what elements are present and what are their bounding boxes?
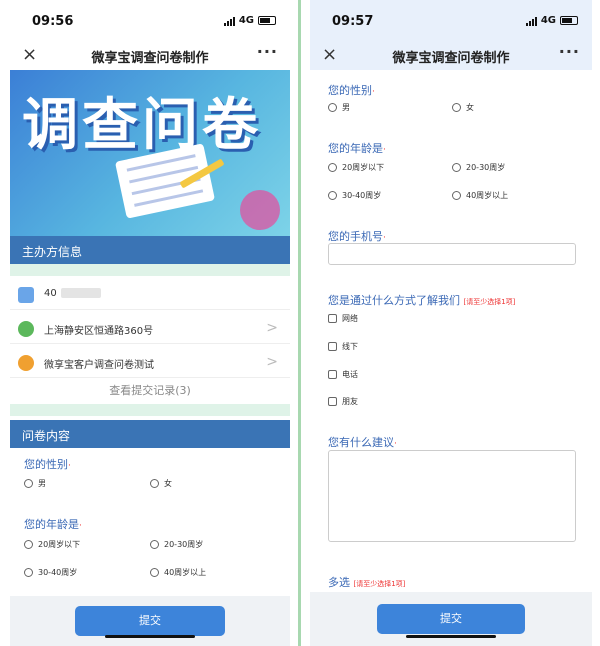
age-option-1[interactable]: 20周岁以下 — [328, 162, 384, 173]
channel-question: 您是通过什么方式了解我们 [请至少选择1项] — [328, 294, 516, 307]
right-phone-screen: 09:57 4G × 微享宝调查问卷制作 ··· 您的性别· 男 女 您的年龄是… — [310, 0, 592, 646]
phone-question: 您的手机号· — [328, 230, 386, 243]
radio-icon — [328, 191, 337, 200]
suggestion-textarea[interactable] — [328, 450, 576, 542]
gender-option-female[interactable]: 女 — [150, 478, 172, 489]
checkbox-icon — [328, 314, 337, 323]
channel-option-offline[interactable]: 线下 — [328, 341, 358, 352]
survey-name-text: 微享宝客户调查问卷测试 — [44, 360, 154, 371]
content-section-header: 问卷内容 — [10, 420, 290, 448]
bottom-bar: 提交 — [310, 592, 592, 646]
checkbox-icon — [328, 397, 337, 406]
submit-button[interactable]: 提交 — [75, 606, 225, 636]
suggestion-question: 您有什么建议· — [328, 436, 397, 449]
home-indicator — [105, 635, 195, 638]
redacted-number — [60, 288, 101, 298]
radio-icon — [150, 568, 159, 577]
radio-icon — [452, 103, 461, 112]
status-time: 09:56 — [32, 14, 74, 29]
radio-icon — [452, 191, 461, 200]
page-title: 微享宝调查问卷制作 — [91, 51, 209, 66]
battery-icon — [560, 16, 578, 25]
channel-option-phone[interactable]: 电话 — [328, 369, 358, 380]
radio-icon — [328, 103, 337, 112]
radio-icon — [24, 540, 33, 549]
address-text: 上海静安区恒通路360号 — [44, 326, 154, 337]
age-option-2[interactable]: 20-30周岁 — [452, 162, 505, 173]
phone-number: 40 — [44, 288, 57, 299]
gender-option-female[interactable]: 女 — [452, 102, 474, 113]
battery-icon — [258, 16, 276, 25]
age-option-4[interactable]: 40周岁以上 — [150, 567, 206, 578]
chevron-right-icon: > — [266, 354, 278, 370]
address-row[interactable]: 上海静安区恒通路360号 > — [10, 314, 290, 344]
channel-tip: [请至少选择1项] — [463, 298, 516, 306]
view-records-link[interactable]: 查看提交记录(3) — [10, 382, 290, 398]
status-time: 09:57 — [332, 14, 374, 29]
survey-name-row[interactable]: 微享宝客户调查问卷测试 > — [10, 348, 290, 378]
radio-icon — [24, 568, 33, 577]
radio-icon — [452, 163, 461, 172]
gender-option-male[interactable]: 男 — [24, 478, 46, 489]
signal-icon — [525, 16, 537, 26]
radio-icon — [328, 163, 337, 172]
age-option-4[interactable]: 40周岁以上 — [452, 190, 508, 201]
screen-divider — [298, 0, 301, 646]
submit-button[interactable]: 提交 — [377, 604, 525, 634]
home-indicator — [406, 635, 496, 638]
banner-title: 调查问卷 — [22, 93, 262, 158]
nav-bar: × 微享宝调查问卷制作 ··· — [310, 40, 592, 70]
age-option-3[interactable]: 30-40周岁 — [328, 190, 381, 201]
channel-option-internet[interactable]: 网络 — [328, 313, 358, 324]
more-icon[interactable]: ··· — [257, 42, 278, 61]
age-question: 您的年龄是· — [328, 142, 386, 155]
age-question: 您的年龄是· — [24, 518, 82, 531]
gender-question: 您的性别· — [24, 458, 71, 471]
checkbox-icon — [328, 342, 337, 351]
signal-icon — [223, 16, 235, 26]
network-label: 4G — [238, 15, 254, 26]
age-option-1[interactable]: 20周岁以下 — [24, 539, 80, 550]
phone-input[interactable] — [328, 243, 576, 265]
decoration-blob — [240, 190, 280, 230]
radio-icon — [150, 479, 159, 488]
radio-icon — [150, 540, 159, 549]
organizer-section-header: 主办方信息 — [10, 236, 290, 264]
multi-question: 多选 [请至少选择1项] — [328, 576, 406, 589]
bottom-bar: 提交 — [10, 596, 290, 646]
multi-tip: [请至少选择1项] — [353, 580, 406, 588]
age-option-3[interactable]: 30-40周岁 — [24, 567, 77, 578]
survey-banner: 调查问卷 — [10, 70, 290, 236]
checkbox-icon — [328, 370, 337, 379]
gender-option-male[interactable]: 男 — [328, 102, 350, 113]
status-bar: 09:57 4G — [310, 0, 592, 40]
pencil-icon — [18, 355, 34, 371]
left-phone-screen: 09:56 4G × 微享宝调查问卷制作 ··· 调查问卷 主办方信息 40 上… — [10, 0, 290, 646]
location-pin-icon — [18, 321, 34, 337]
age-option-2[interactable]: 20-30周岁 — [150, 539, 203, 550]
nav-bar: × 微享宝调查问卷制作 ··· — [10, 40, 290, 70]
gender-question: 您的性别· — [328, 84, 375, 97]
more-icon[interactable]: ··· — [559, 42, 580, 61]
chevron-right-icon: > — [266, 320, 278, 336]
phone-icon — [18, 287, 34, 303]
phone-row[interactable]: 40 — [10, 280, 290, 310]
page-title: 微享宝调查问卷制作 — [392, 51, 510, 66]
network-label: 4G — [540, 15, 556, 26]
channel-option-friend[interactable]: 朋友 — [328, 396, 358, 407]
radio-icon — [24, 479, 33, 488]
status-bar: 09:56 4G — [10, 0, 290, 40]
